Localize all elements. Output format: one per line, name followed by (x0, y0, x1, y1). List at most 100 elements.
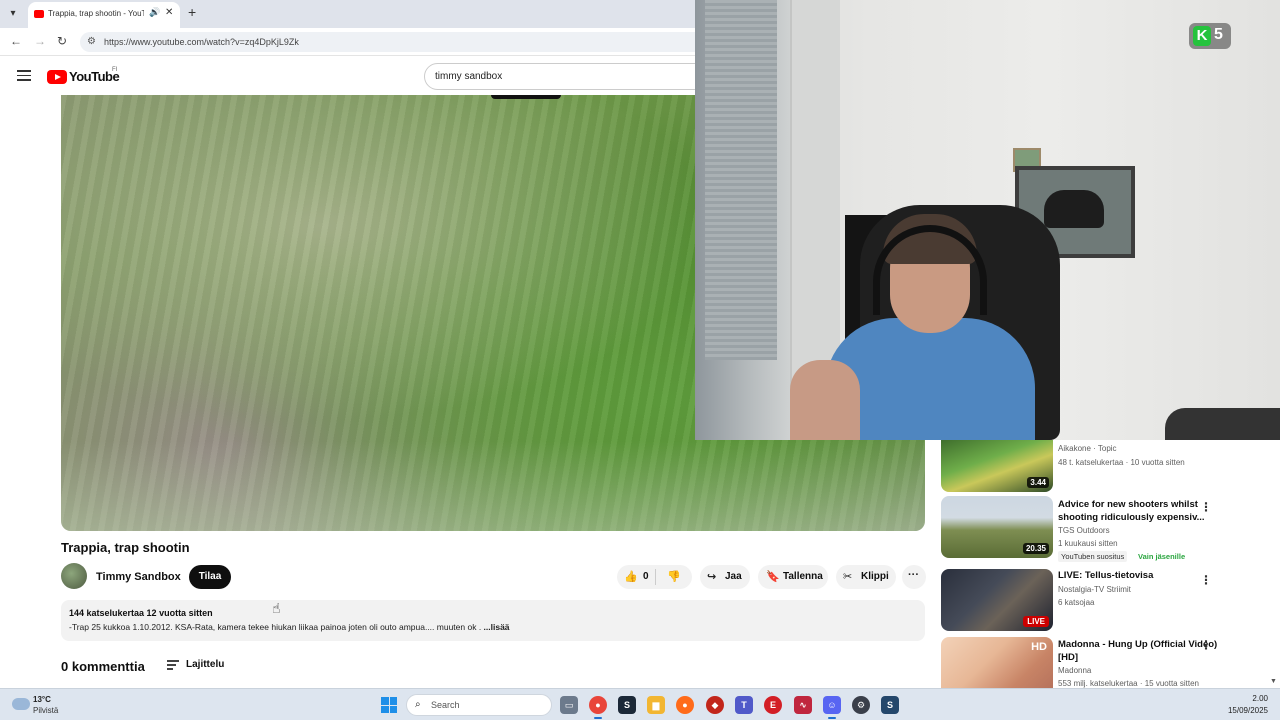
active-app-indicator (594, 717, 602, 719)
back-arrow-icon[interactable]: ← (10, 34, 22, 48)
list-item[interactable]: 20.35 Advice for new shooters whilst sho… (941, 496, 1261, 562)
more-dots-icon: ··· (908, 569, 919, 581)
search-input[interactable]: timmy sandbox (424, 63, 699, 90)
webcam-overlay: K 5 (695, 0, 1280, 440)
clip-button[interactable]: ✂ Klippi (836, 565, 896, 589)
channel-badge: K 5 (1189, 23, 1231, 49)
rec-title[interactable]: Advice for new shooters whilst shooting … (1058, 498, 1218, 524)
duration-badge: 20.35 (1022, 543, 1049, 554)
like-dislike-group: 👍 0 👎 (617, 565, 692, 589)
sort-button[interactable]: Lajittelu (186, 659, 224, 670)
list-item[interactable]: 3.44 Aikakone · Topic 48 t. katselukerta… (941, 438, 1261, 502)
tab-close-icon[interactable]: ✕ (165, 7, 173, 18)
scissors-icon: ✂ (843, 571, 853, 583)
browser-tab-bar: ▾ Trappia, trap shootin - YouTube 🔊 ✕ + (0, 0, 695, 28)
share-icon: ↪ (707, 571, 717, 583)
video-thumbnail[interactable]: 3.44 (941, 438, 1053, 492)
rec-channel[interactable]: Aikakone · Topic (1058, 444, 1117, 453)
list-item[interactable]: HD Madonna - Hung Up (Official Video) [H… (941, 637, 1261, 688)
description-box[interactable]: 144 katselukertaa 12 vuotta sitten -Trap… (61, 600, 925, 641)
description-text: -Trap 25 kukkoa 1.10.2012. KSA-Rata, kam… (69, 622, 510, 632)
teams-icon[interactable]: T (735, 696, 753, 714)
sort-icon[interactable] (167, 660, 179, 670)
like-divider (655, 569, 656, 585)
bookmark-icon: 🔖 (766, 571, 780, 583)
clock-date[interactable]: 15/09/2025 (1226, 706, 1268, 715)
live-badge: LIVE (1023, 616, 1049, 627)
file-explorer-icon[interactable]: ▆ (647, 696, 665, 714)
task-view-icon[interactable]: ▭ (560, 696, 578, 714)
weather-temp[interactable]: 13°C (33, 695, 51, 704)
screen: ▾ Trappia, trap shootin - YouTube 🔊 ✕ + … (0, 0, 1280, 720)
subscribe-button[interactable]: Tilaa (189, 565, 231, 589)
discord-icon[interactable]: ☺ (823, 696, 841, 714)
rec-channel[interactable]: Nostalgia-TV Striimit (1058, 585, 1131, 594)
url-field[interactable]: ⚙ https://www.youtube.com/watch?v=zq4DpK… (80, 32, 695, 52)
channel-name[interactable]: Timmy Sandbox (96, 571, 181, 583)
avatar[interactable] (61, 563, 87, 589)
rec-stats: 1 kuukausi sitten (1058, 539, 1118, 548)
windows-start-icon[interactable] (381, 697, 397, 713)
members-only-badge: Vain jäsenille (1138, 552, 1186, 561)
clip-label: Klippi (861, 571, 889, 582)
rec-stats: 6 katsojaa (1058, 598, 1095, 607)
site-info-icon[interactable]: ⚙ (87, 36, 96, 47)
search-icon: ⌕ (415, 699, 421, 710)
clock-time[interactable]: 2.00 (1238, 694, 1268, 703)
audio-app-icon[interactable]: ∿ (794, 696, 812, 714)
thumbs-down-icon[interactable]: 👎 (667, 570, 681, 583)
youtube-favicon-icon (34, 10, 44, 18)
save-button[interactable]: 🔖 Tallenna (758, 565, 828, 589)
tab-list-chevron-icon[interactable]: ▾ (4, 5, 22, 23)
recommended-badge: YouTuben suositus (1058, 551, 1128, 562)
hd-badge-icon: HD (1031, 641, 1047, 653)
mouse-cursor-icon: ☝ (272, 600, 281, 616)
webcam-blind (705, 0, 777, 360)
list-item[interactable]: LIVE LIVE: Tellus-tietovisa ⋮ Nostalgia-… (941, 569, 1261, 633)
weather-desc[interactable]: Pilvistä (33, 706, 58, 715)
description-body: -Trap 25 kukkoa 1.10.2012. KSA-Rata, kam… (69, 622, 484, 632)
youtube-logo-icon[interactable] (47, 70, 67, 84)
steam-app-icon[interactable]: S (881, 696, 899, 714)
rec-channel[interactable]: TGS Outdoors (1058, 526, 1110, 535)
tab-title: Trappia, trap shootin - YouTube (48, 9, 144, 18)
duration-badge: 3.44 (1027, 477, 1049, 488)
ets-icon[interactable]: E (764, 696, 782, 714)
more-vert-icon[interactable]: ⋮ (1200, 500, 1212, 514)
speaker-icon[interactable]: 🔊 (149, 7, 160, 18)
show-more-link[interactable]: ...lisää (484, 622, 510, 632)
firefox-icon[interactable]: ● (676, 696, 694, 714)
forward-arrow-icon[interactable]: → (34, 34, 46, 48)
badge-number: 5 (1214, 26, 1223, 43)
active-app-indicator (828, 717, 836, 719)
webcam-person-arm (790, 360, 860, 440)
settings-gear-icon[interactable]: ⚙ (852, 696, 870, 714)
rec-title[interactable]: LIVE: Tellus-tietovisa (1058, 569, 1218, 582)
taskbar-search-input[interactable]: ⌕ Search (406, 694, 552, 716)
video-thumbnail[interactable]: 20.35 (941, 496, 1053, 558)
video-thumbnail[interactable]: HD (941, 637, 1053, 688)
url-text: https://www.youtube.com/watch?v=zq4DpKjL… (104, 37, 299, 47)
more-vert-icon[interactable]: ⋮ (1200, 573, 1212, 587)
rec-channel[interactable]: Madonna (1058, 666, 1091, 675)
reload-icon[interactable]: ↻ (57, 34, 67, 48)
youtube-header: YouTube FI timmy sandbox (0, 57, 699, 95)
new-tab-icon[interactable]: + (188, 4, 196, 20)
steam-icon[interactable]: S (618, 696, 636, 714)
video-frame-shadow (491, 95, 561, 99)
rec-title[interactable]: Madonna - Hung Up (Official Video) [HD] (1058, 638, 1218, 664)
app-red-icon[interactable]: ◆ (706, 696, 724, 714)
scroll-down-arrow-icon[interactable]: ▼ (1270, 678, 1277, 685)
more-actions-button[interactable]: ··· (902, 565, 926, 589)
more-vert-icon[interactable]: ⋮ (1200, 638, 1212, 652)
thumbs-up-icon[interactable]: 👍 (624, 570, 638, 583)
browser-tab[interactable]: Trappia, trap shootin - YouTube 🔊 ✕ (28, 2, 180, 28)
hamburger-menu-icon[interactable] (17, 70, 31, 81)
taskbar: 13°C Pilvistä ⌕ Search ▭ ● S ▆ ● ◆ T E ∿… (0, 688, 1280, 720)
cloud-icon[interactable] (12, 698, 30, 710)
video-thumbnail[interactable]: LIVE (941, 569, 1053, 631)
share-button[interactable]: ↪ Jaa (700, 565, 750, 589)
chrome-icon[interactable]: ● (589, 696, 607, 714)
like-count[interactable]: 0 (643, 571, 649, 582)
region-code: FI (112, 67, 118, 73)
